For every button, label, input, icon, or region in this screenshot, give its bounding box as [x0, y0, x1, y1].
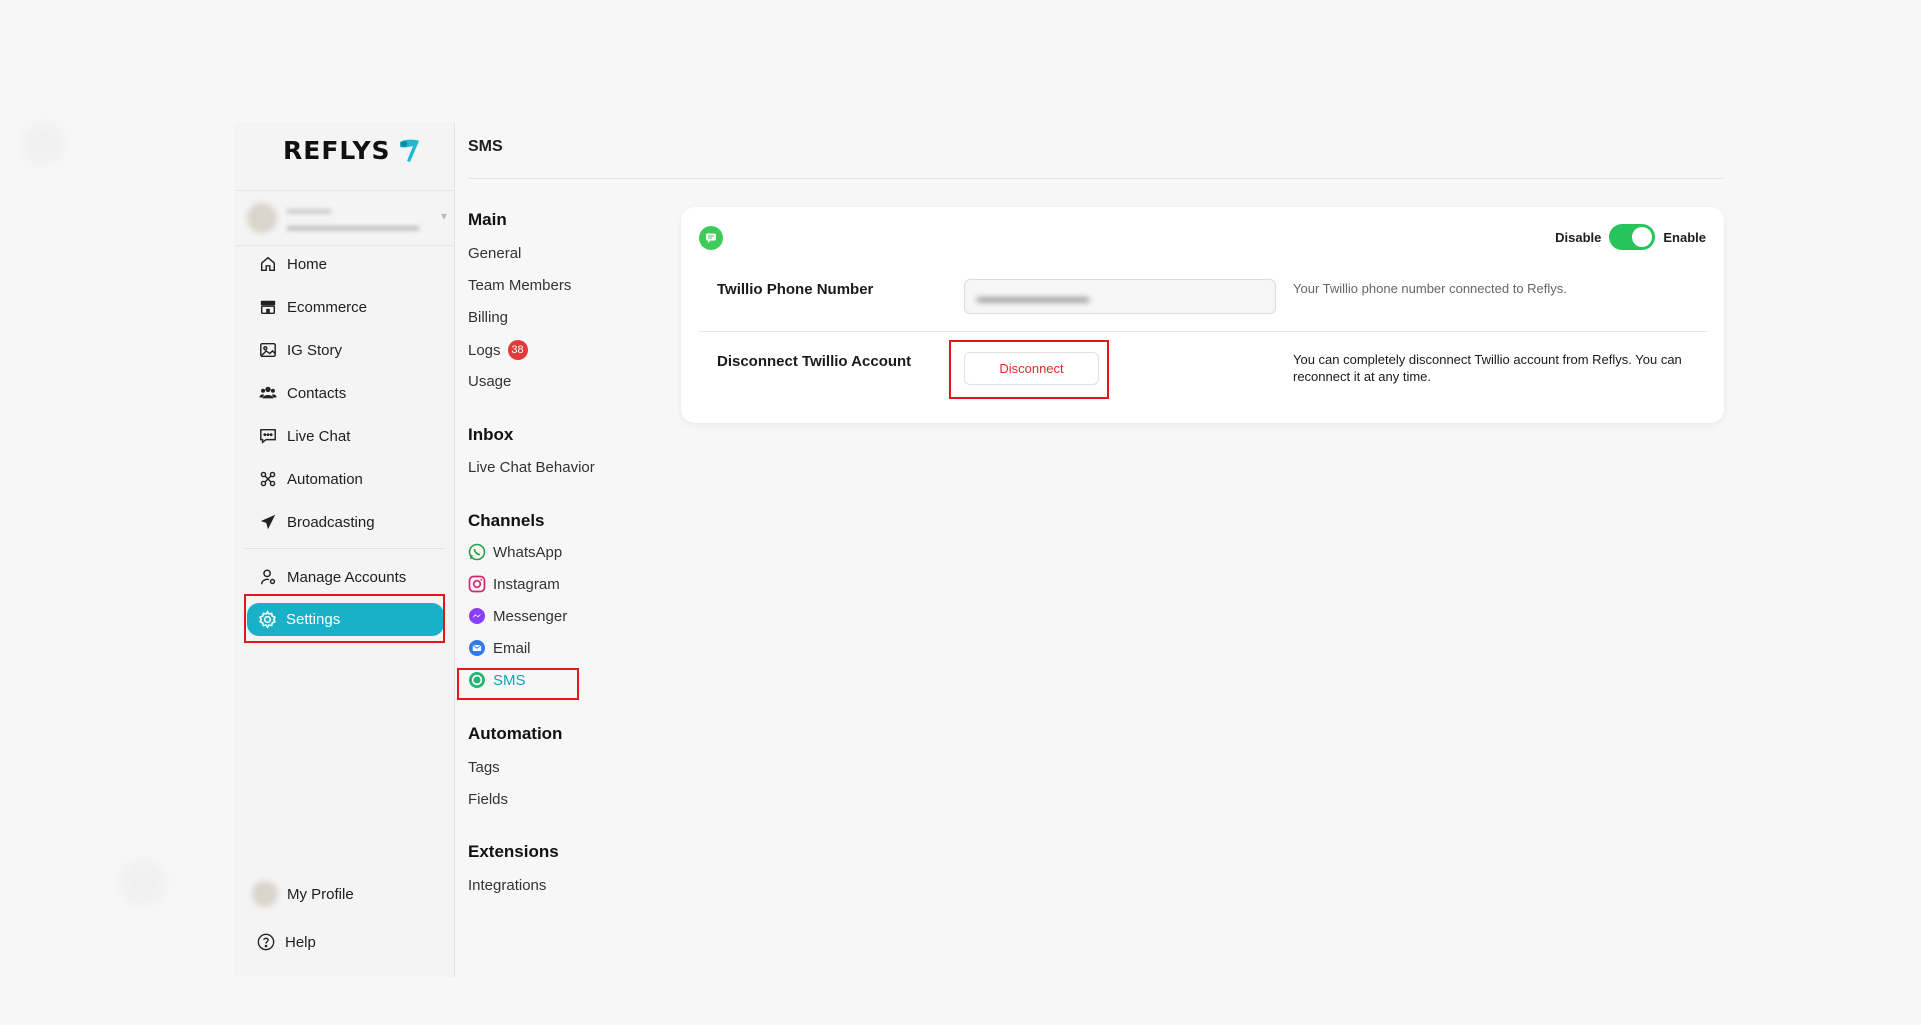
section-channels-heading: Channels [468, 511, 545, 530]
submenu-item-team-members[interactable]: Team Members [468, 277, 571, 294]
submenu-item-live-chat-behavior[interactable]: Live Chat Behavior [468, 459, 595, 476]
chat-icon [258, 426, 278, 446]
sidebar-item-my-profile[interactable]: My Profile [252, 879, 432, 909]
sidebar-item-contacts[interactable]: Contacts [258, 378, 438, 408]
users-icon [258, 383, 278, 403]
chevron-down-icon: ▾ [440, 209, 447, 223]
submenu-item-messenger[interactable]: Messenger [468, 607, 567, 625]
disconnect-highlight-box [949, 340, 1109, 399]
sidebar-divider [245, 548, 445, 549]
automation-icon [258, 469, 278, 489]
toggle-enable-label: Enable [1663, 229, 1706, 245]
reflys-logo[interactable]: REFLYS [283, 136, 421, 165]
disconnect-help: You can completely disconnect Twillio ac… [1293, 352, 1682, 384]
submenu-item-whatsapp[interactable]: WhatsApp [468, 543, 562, 561]
channel-enable-toggle[interactable] [1609, 224, 1656, 250]
reflys-logo-mark-icon [399, 139, 419, 162]
phone-number-value-blurred: ▬▬▬▬▬▬▬▬ [977, 288, 1089, 305]
submenu-item-general[interactable]: General [468, 245, 521, 262]
home-icon [258, 254, 278, 274]
email-icon [468, 639, 486, 657]
submenu-item-usage[interactable]: Usage [468, 373, 511, 390]
submenu-item-email[interactable]: Email [468, 639, 531, 657]
phone-number-field[interactable]: ▬▬▬▬▬▬▬▬ [964, 279, 1276, 314]
sidebar-item-help[interactable]: Help [256, 927, 436, 957]
background-ghost [22, 122, 64, 164]
image-icon [258, 340, 278, 360]
sidebar-item-automation[interactable]: Automation [258, 464, 438, 494]
send-icon [258, 512, 278, 532]
section-extensions-heading: Extensions [468, 842, 559, 861]
disconnect-account-label: Disconnect Twillio Account [717, 353, 912, 370]
profile-avatar [252, 881, 278, 907]
sms-highlight-box [457, 668, 579, 700]
messenger-icon [468, 607, 486, 625]
sidebar-item-home[interactable]: Home [258, 249, 438, 279]
section-automation-heading: Automation [468, 724, 563, 743]
sidebar-item-ig-story[interactable]: IG Story [258, 335, 438, 365]
user-gear-icon [258, 567, 278, 587]
instagram-icon [468, 575, 486, 593]
phone-number-help: Your Twillio phone number connected to R… [1293, 281, 1567, 296]
settings-highlight-box [244, 594, 445, 643]
submenu-item-fields[interactable]: Fields [468, 791, 508, 808]
section-inbox-heading: Inbox [468, 425, 514, 444]
sidebar-item-manage-accounts[interactable]: Manage Accounts [258, 562, 438, 592]
channel-toggle-group: Disable Enable [1555, 224, 1706, 250]
sms-chat-icon [699, 226, 723, 250]
page-title: SMS [468, 138, 503, 155]
submenu-item-instagram[interactable]: Instagram [468, 575, 560, 593]
sidebar-item-live-chat[interactable]: Live Chat [258, 421, 438, 451]
sidebar: REFLYS ▬▬▬▬ ▬▬▬▬▬▬▬▬▬▬▬▬ ▾ Home Ecommerc… [235, 122, 455, 977]
store-icon [258, 297, 278, 317]
submenu-item-logs[interactable]: Logs 38 [468, 340, 528, 360]
account-info-blurred: ▬▬▬▬ ▬▬▬▬▬▬▬▬▬▬▬▬ [287, 203, 419, 233]
background-ghost [120, 860, 166, 906]
help-icon [256, 932, 276, 952]
sms-settings-card: Disable Enable Twillio Phone Number ▬▬▬▬… [681, 207, 1724, 423]
header-divider [468, 178, 1723, 179]
row-divider [699, 331, 1707, 332]
phone-number-label: Twillio Phone Number [717, 281, 874, 298]
section-main-heading: Main [468, 210, 507, 229]
toggle-disable-label: Disable [1555, 229, 1602, 245]
account-avatar [247, 203, 277, 233]
whatsapp-icon [468, 543, 486, 561]
logs-count-badge: 38 [507, 340, 528, 360]
sidebar-item-broadcasting[interactable]: Broadcasting [258, 507, 438, 537]
submenu-item-billing[interactable]: Billing [468, 309, 508, 326]
submenu-item-tags[interactable]: Tags [468, 759, 500, 776]
sidebar-item-ecommerce[interactable]: Ecommerce [258, 292, 438, 322]
toggle-knob [1632, 227, 1653, 247]
submenu-item-integrations[interactable]: Integrations [468, 877, 546, 894]
account-switcher[interactable]: ▬▬▬▬ ▬▬▬▬▬▬▬▬▬▬▬▬ ▾ [235, 190, 455, 246]
